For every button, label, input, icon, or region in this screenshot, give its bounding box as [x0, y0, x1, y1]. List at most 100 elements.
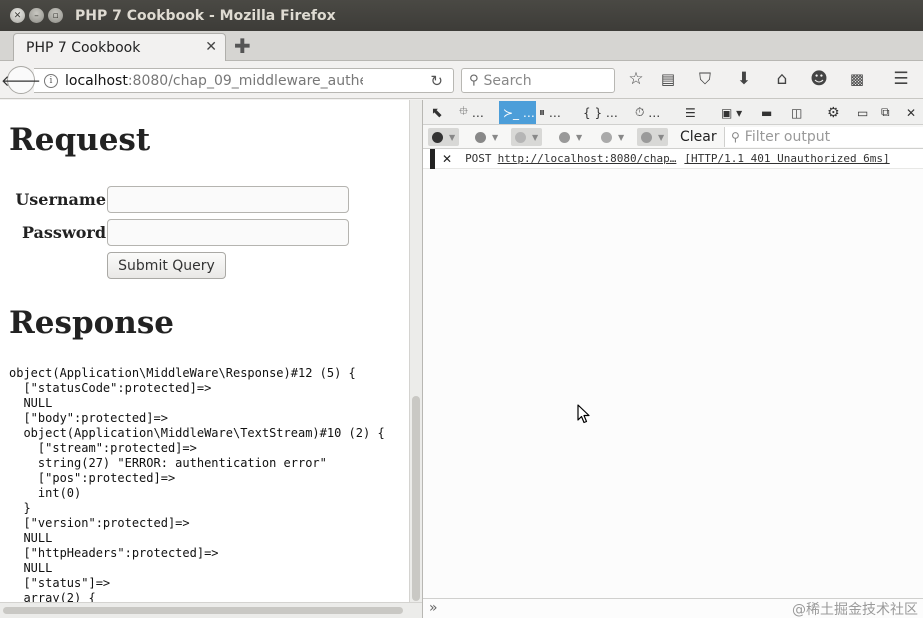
hello-icon[interactable]: ☻	[808, 69, 830, 89]
response-dump-line: array(2) {	[9, 591, 96, 602]
window-minimize-icon[interactable]: –	[29, 8, 44, 23]
back-button[interactable]: 🡐	[1, 66, 41, 94]
error-x-icon: ✕	[442, 151, 453, 166]
log-url-link[interactable]: http://localhost:8080/chap…	[498, 152, 677, 165]
chevron-down-icon: ▼	[576, 132, 583, 142]
menu-icon[interactable]: ☰	[890, 69, 912, 89]
horizontal-scroll-thumb[interactable]	[3, 607, 403, 614]
element-picker-icon[interactable]: ⬉	[431, 103, 443, 122]
debugger-icon: ⏸	[539, 105, 546, 119]
devtools-toolbar: ⬉ ⯐ … ≻_ … ⏸ … { } … ⏱ … ☰ ▣ ▾ ▬ ◫ ⚙ ▭ ⧉…	[423, 100, 923, 125]
filter-net-toggle[interactable]: ▼	[428, 128, 460, 146]
search-placeholder: Search	[483, 72, 532, 89]
clear-button[interactable]: Clear	[680, 129, 717, 145]
response-dump-line: NULL	[9, 531, 53, 545]
chevron-down-icon: ▼	[492, 132, 499, 142]
console-command-line[interactable]: » @稀土掘金技术社区	[423, 598, 923, 618]
log-status-link[interactable]: [HTTP/1.1 401 Unauthorized 6ms]	[684, 152, 889, 165]
net-category-marker	[430, 148, 435, 169]
response-dump-line: int(0)	[9, 486, 82, 500]
tab-close-icon[interactable]: ✕	[205, 39, 217, 55]
tab-inspector[interactable]: ⯐ …	[459, 103, 484, 122]
inspector-icon: ⯐	[459, 104, 469, 118]
log-method: POST	[465, 152, 492, 165]
vertical-scrollbar[interactable]	[409, 100, 422, 602]
network-icon[interactable]: ☰	[685, 103, 696, 122]
tab-strip: PHP 7 Cookbook ✕ ✚	[0, 31, 923, 61]
filter-security-toggle[interactable]: ▼	[559, 128, 582, 146]
response-dump: object(Application\MiddleWare\Response)#…	[9, 366, 385, 602]
console-icon: ≻_	[503, 105, 520, 120]
response-dump-line: ["version":protected]=>	[9, 516, 190, 530]
undock-icon[interactable]: ⧉	[881, 103, 890, 122]
url-host: localhost	[65, 72, 128, 89]
dock-bottom-icon[interactable]: ▭	[857, 103, 868, 122]
net-dot-icon	[432, 131, 443, 143]
request-heading: Request	[9, 122, 151, 158]
response-dump-line: object(Application\MiddleWare\TextStream…	[9, 426, 385, 440]
tab-php-cookbook[interactable]: PHP 7 Cookbook ✕	[13, 33, 226, 61]
css-dot-icon	[475, 131, 486, 143]
response-dump-line: ["stream":protected]=>	[9, 441, 197, 455]
response-dump-line: ["httpHeaders":protected]=>	[9, 546, 219, 560]
new-tab-icon[interactable]: ✚	[234, 34, 251, 58]
response-dump-line: }	[9, 501, 31, 515]
console-filter-bar: ▼ ▼ ▼ ▼ ▼ ▼ Clear ⚲ Filter output	[423, 125, 923, 149]
tab-performance[interactable]: ⏱ …	[635, 103, 660, 122]
bookmark-star-icon[interactable]: ☆	[625, 69, 647, 89]
password-label: Password	[21, 223, 106, 242]
mouse-cursor-icon	[577, 404, 590, 424]
reload-icon[interactable]: ↻	[430, 72, 443, 90]
tab-label: PHP 7 Cookbook	[26, 39, 141, 56]
window-maximize-icon[interactable]: ▫	[48, 8, 63, 23]
filter-output-input[interactable]: ⚲ Filter output	[724, 127, 923, 147]
response-dump-line: NULL	[9, 561, 53, 575]
username-label: Username	[15, 190, 106, 209]
window-close-icon[interactable]: ✕	[10, 8, 25, 23]
url-path: :8080/chap_09_middleware_authenticat	[127, 72, 363, 89]
logging-dot-icon	[601, 131, 612, 143]
filter-logging-toggle[interactable]: ▼	[601, 128, 624, 146]
filter-server-toggle[interactable]: ▼	[637, 128, 669, 146]
filter-css-toggle[interactable]: ▼	[475, 128, 498, 146]
tab-style-editor[interactable]: { } …	[583, 103, 618, 122]
site-info-icon[interactable]: i	[44, 73, 58, 88]
navigation-toolbar: i localhost :8080/chap_09_middleware_aut…	[0, 61, 923, 99]
downloads-icon[interactable]: ⬇	[733, 69, 755, 89]
responsive-mode-icon[interactable]: ▬	[761, 103, 772, 122]
console-log-entry[interactable]: ✕ POST http://localhost:8080/chap… [HTTP…	[423, 148, 923, 169]
vertical-scroll-thumb[interactable]	[412, 396, 420, 601]
bookmarks-list-icon[interactable]: ▤	[657, 70, 679, 88]
password-field[interactable]	[107, 219, 349, 246]
tab-debugger[interactable]: ⏸ …	[539, 103, 561, 122]
search-icon: ⚲	[469, 73, 479, 88]
search-input[interactable]: ⚲ Search	[461, 68, 615, 93]
watermark: @稀土掘金技术社区	[792, 602, 918, 618]
js-dot-icon	[515, 131, 526, 143]
response-dump-line: string(27) "ERROR: authentication error"	[9, 456, 327, 470]
filter-js-toggle[interactable]: ▼	[511, 128, 543, 146]
tab-console[interactable]: ≻_ …	[499, 101, 536, 124]
response-dump-line: ["statusCode":protected]=>	[9, 381, 212, 395]
style-editor-icon: { }	[583, 105, 603, 120]
server-dot-icon	[641, 131, 652, 143]
submit-query-button[interactable]: Submit Query	[107, 252, 226, 279]
search-icon: ⚲	[731, 130, 740, 144]
frame-picker-icon[interactable]: ▣ ▾	[721, 103, 742, 122]
username-field[interactable]	[107, 186, 349, 213]
extension-icon[interactable]: ▩	[846, 70, 868, 88]
horizontal-scrollbar[interactable]	[0, 602, 422, 618]
home-icon[interactable]: ⌂	[771, 69, 793, 89]
window-title: PHP 7 Cookbook - Mozilla Firefox	[75, 7, 336, 24]
chevron-down-icon: ▼	[532, 132, 539, 142]
response-dump-line: object(Application\MiddleWare\Response)#…	[9, 366, 356, 380]
security-dot-icon	[559, 131, 570, 143]
url-bar[interactable]: i localhost :8080/chap_09_middleware_aut…	[34, 68, 454, 93]
response-dump-line: ["body":protected]=>	[9, 411, 168, 425]
devtools-close-icon[interactable]: ✕	[906, 103, 916, 122]
settings-gear-icon[interactable]: ⚙	[827, 103, 840, 122]
screenshot-icon[interactable]: ◫	[791, 103, 802, 122]
response-dump-line: ["pos":protected]=>	[9, 471, 176, 485]
pocket-icon[interactable]: ⛉	[694, 69, 716, 89]
password-row: Password	[12, 219, 349, 246]
